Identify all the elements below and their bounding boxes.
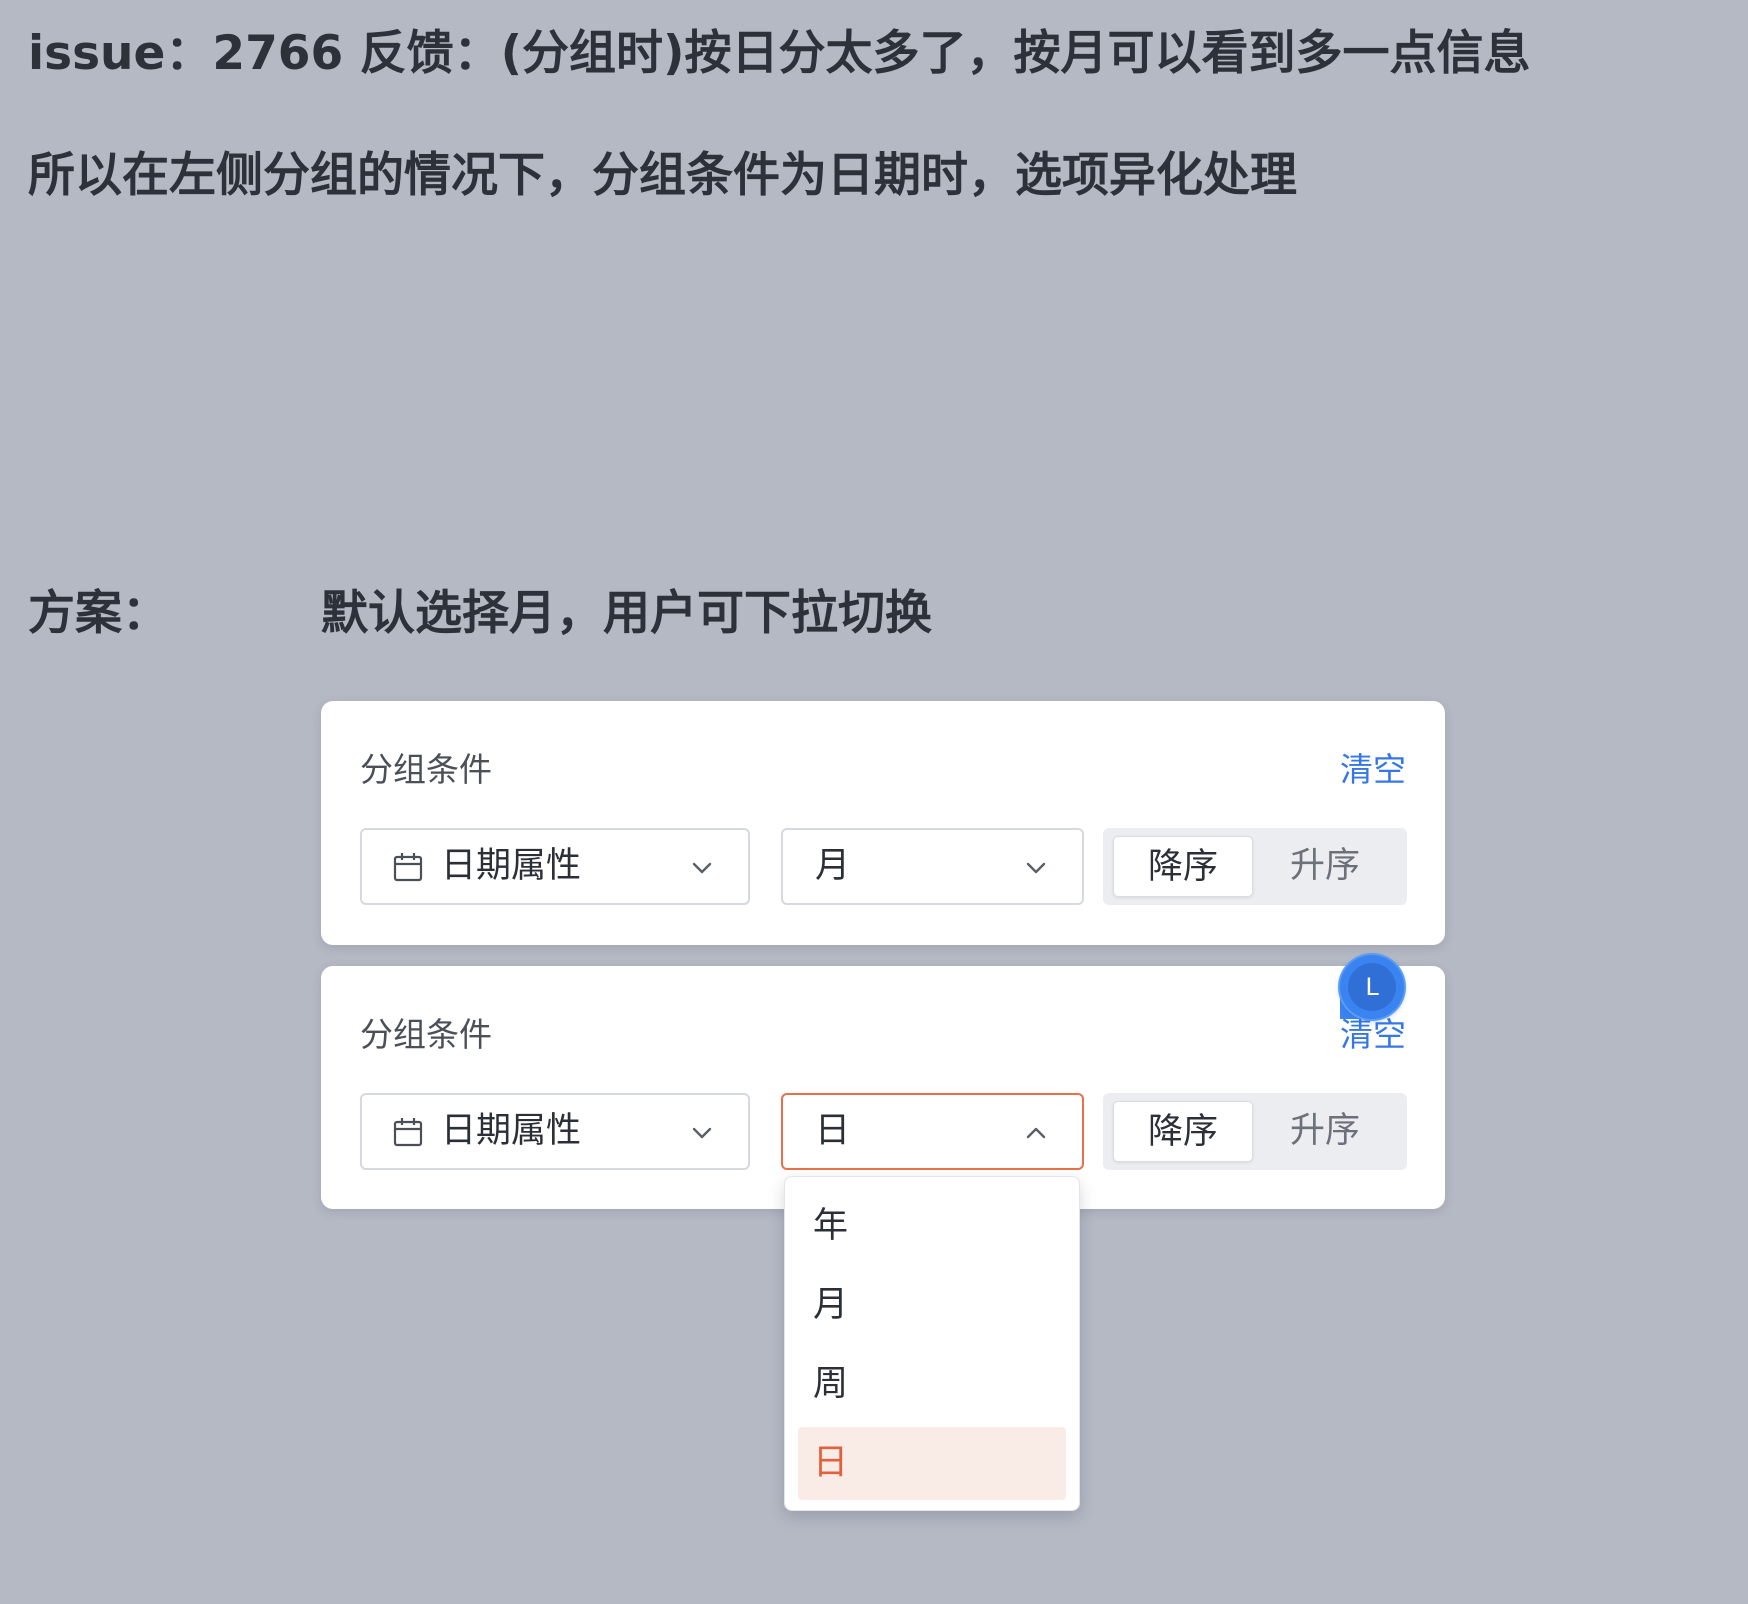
granularity-dropdown: 年 月 周 日 [784,1176,1080,1511]
clear-button[interactable]: 清空 [1340,1018,1406,1051]
sort-asc-button[interactable]: 升序 [1255,836,1395,897]
granularity-select-value: 月 [815,846,851,886]
chevron-down-icon [692,1127,712,1139]
calendar-icon [393,853,423,882]
field-select-value: 日期属性 [441,846,582,886]
dropdown-option-day[interactable]: 日 [798,1427,1066,1500]
calendar-icon [393,1118,423,1147]
sort-asc-button[interactable]: 升序 [1255,1101,1395,1162]
sort-order-toggle: 降序 升序 [1103,828,1407,905]
card-title: 分组条件 [360,1015,492,1054]
dropdown-option-year[interactable]: 年 [798,1190,1066,1263]
group-condition-card-open: 分组条件 清空 日期属性 日 降序 升序 [321,966,1445,1209]
plan-text: 默认选择月，用户可下拉切换 [321,586,932,641]
chevron-up-icon [1026,1127,1046,1139]
issue-heading: issue：2766 反馈：(分组时)按日分太多了，按月可以看到多一点信息 [28,26,1531,81]
sort-desc-button[interactable]: 降序 [1113,1101,1253,1162]
field-select[interactable]: 日期属性 [360,828,750,905]
chevron-down-icon [1026,862,1046,874]
granularity-select-value: 日 [815,1111,851,1151]
granularity-select[interactable]: 月 [781,828,1084,905]
clear-button[interactable]: 清空 [1340,753,1406,786]
avatar-initial: L [1348,963,1396,1011]
dropdown-option-week[interactable]: 周 [798,1348,1066,1421]
sort-desc-button[interactable]: 降序 [1113,836,1253,897]
group-condition-card-default: 分组条件 清空 日期属性 月 降序 升序 [321,701,1445,945]
field-select[interactable]: 日期属性 [360,1093,750,1170]
granularity-select[interactable]: 日 [781,1093,1084,1170]
field-select-value: 日期属性 [441,1111,582,1151]
dropdown-option-month[interactable]: 月 [798,1269,1066,1342]
card-title: 分组条件 [360,750,492,789]
sort-order-toggle: 降序 升序 [1103,1093,1407,1170]
description-heading: 所以在左侧分组的情况下，分组条件为日期时，选项异化处理 [28,148,1297,203]
chevron-down-icon [692,862,712,874]
plan-label: 方案： [28,586,169,641]
